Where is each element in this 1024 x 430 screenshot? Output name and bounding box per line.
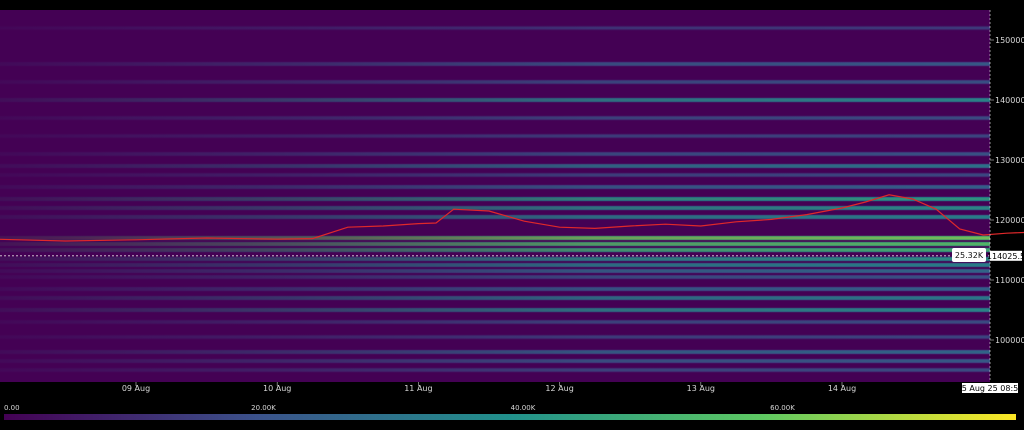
y-axis: 150000.0 140000.0 130000.0 120000.0 110000.0… xyxy=(990,36,1024,345)
x-tick-label-2: 11 Aug xyxy=(404,384,432,393)
colorbar-tick-1: 20.00K xyxy=(251,404,276,412)
time-end-text: 15 Aug 25 08:54 xyxy=(957,384,1024,393)
x-tick-label-0: 09 Aug xyxy=(122,384,150,393)
y-tick-label-3: 120000.0 xyxy=(995,216,1024,225)
heatmap-svg[interactable]: 150000.0 140000.0 130000.0 120000.0 110000.0… xyxy=(0,0,1024,430)
colorbar-tick-0: 0.00 xyxy=(4,404,20,412)
x-tick-label-3: 12 Aug xyxy=(545,384,573,393)
current-price-label: 114025.5 xyxy=(987,250,1024,261)
current-price-text: 114025.5 xyxy=(987,252,1024,261)
fade-overlay xyxy=(0,10,990,382)
hover-value-tooltip: 25.32K xyxy=(952,248,986,262)
time-end-label: 15 Aug 25 08:54 xyxy=(957,383,1024,393)
plot-fade-mask xyxy=(0,10,990,382)
colorbar-gradient xyxy=(4,414,1016,420)
colorbar-ticks: 0.00 20.00K 40.00K 60.00K xyxy=(4,404,795,412)
y-tick-label-5: 100000.0 xyxy=(995,336,1024,345)
x-tick-label-5: 14 Aug xyxy=(828,384,856,393)
y-tick-label-1: 140000.0 xyxy=(995,96,1024,105)
hover-value-text: 25.32K xyxy=(955,251,984,260)
colorbar-tick-3: 60.00K xyxy=(770,404,795,412)
x-tick-label-4: 13 Aug xyxy=(687,384,715,393)
colorbar-tick-2: 40.00K xyxy=(511,404,536,412)
y-tick-label-2: 130000.0 xyxy=(995,156,1024,165)
colorbar: 0.00 20.00K 40.00K 60.00K xyxy=(4,404,1016,420)
y-tick-label-4: 110000.0 xyxy=(995,276,1024,285)
x-axis: 09 Aug 10 Aug 11 Aug 12 Aug 13 Aug 14 Aug xyxy=(122,382,856,393)
x-tick-label-1: 10 Aug xyxy=(263,384,291,393)
liquidation-heatmap-chart[interactable]: 150000.0 140000.0 130000.0 120000.0 110000.0… xyxy=(0,0,1024,430)
y-tick-label-0: 150000.0 xyxy=(995,36,1024,45)
